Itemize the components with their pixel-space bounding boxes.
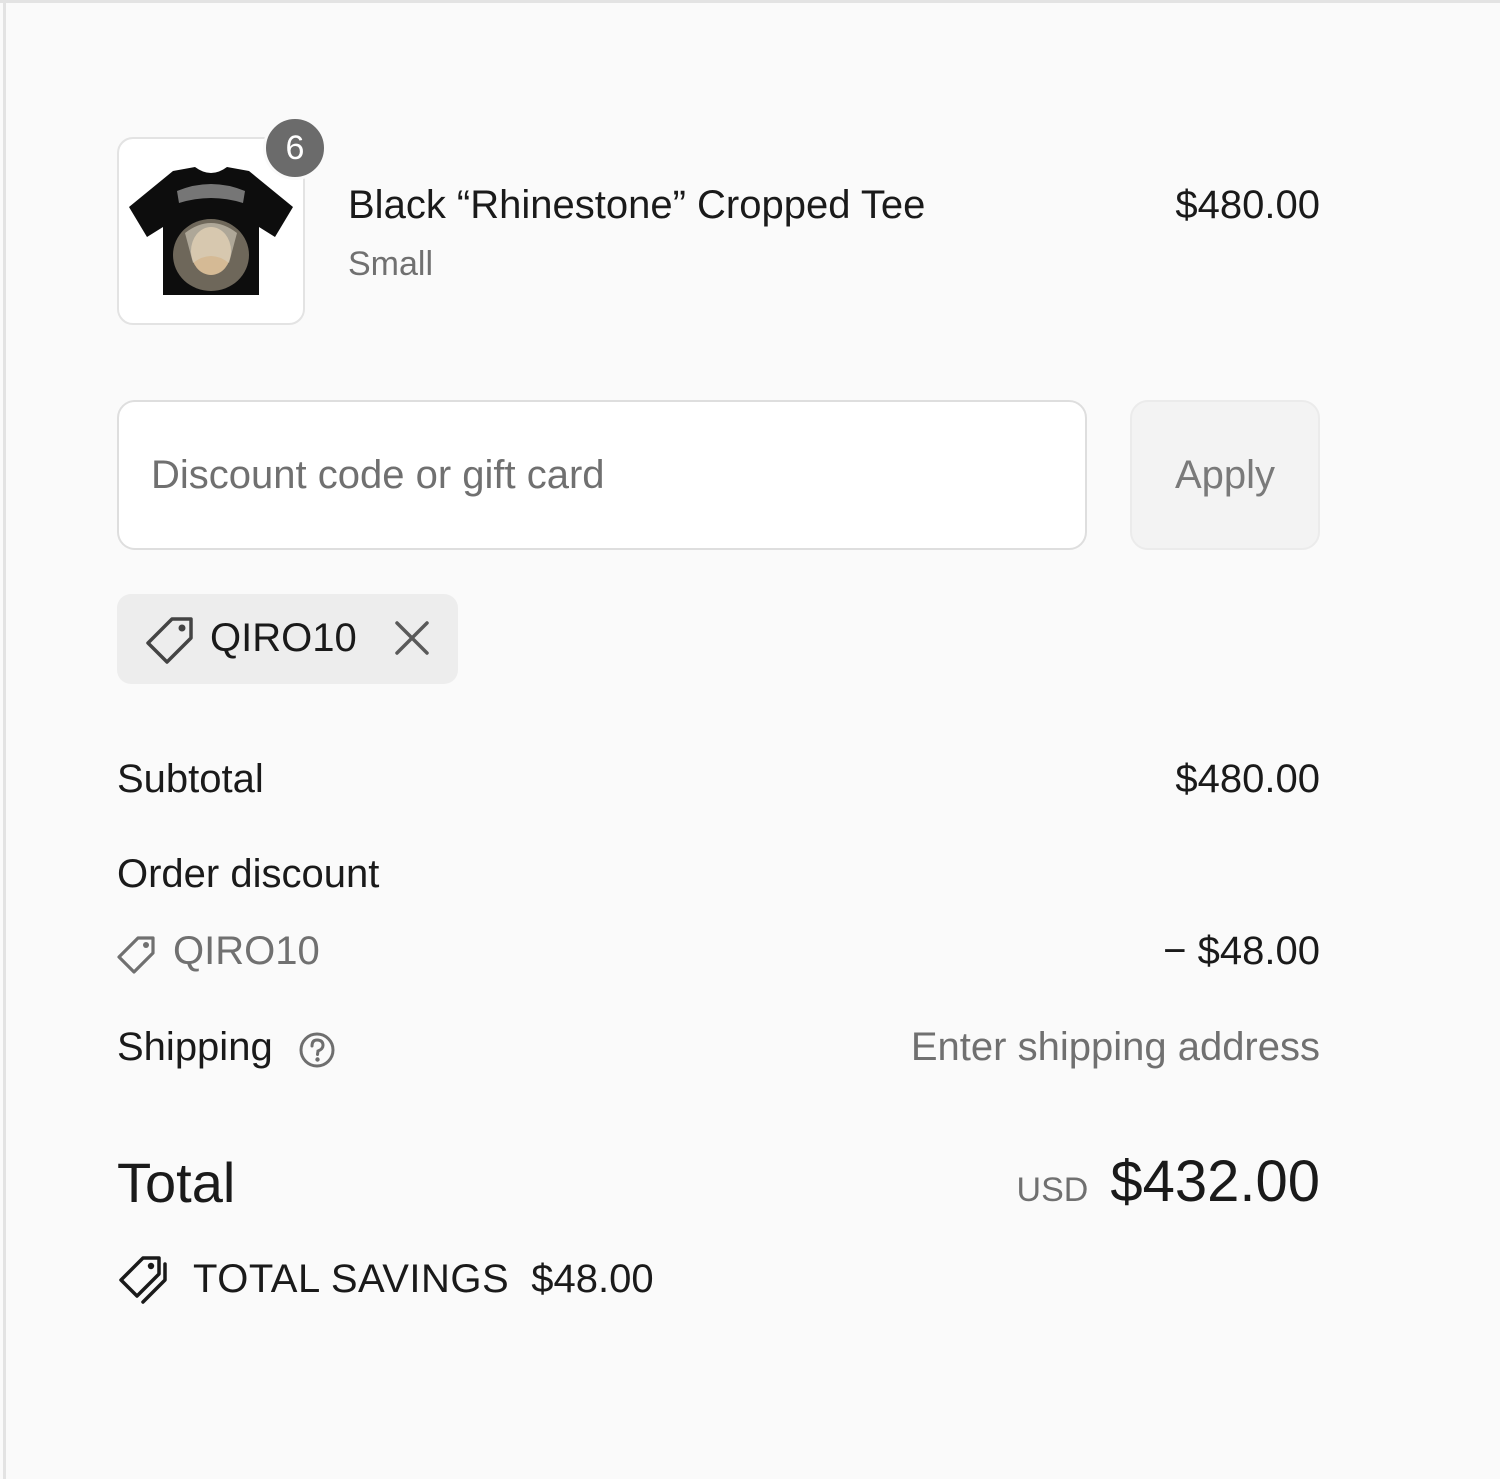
- quantity-badge: 6: [263, 116, 327, 180]
- tag-icon: [146, 617, 193, 664]
- discount-code-input[interactable]: [117, 400, 1087, 550]
- total-label: Total: [117, 1151, 236, 1214]
- applied-discount-chip: QIRO10: [117, 594, 458, 684]
- subtotal-label: Subtotal: [117, 757, 264, 801]
- total-currency: USD: [1016, 1171, 1089, 1209]
- total-savings: TOTAL SAVINGS $48.00: [117, 1254, 654, 1304]
- applied-discount-code: QIRO10: [210, 616, 357, 660]
- tshirt-image: [129, 167, 293, 295]
- order-discount-label: Order discount: [117, 852, 380, 896]
- product-price: $480.00: [1175, 183, 1320, 227]
- apply-discount-button[interactable]: Apply: [1130, 400, 1320, 550]
- total-savings-amount: $48.00: [531, 1256, 654, 1301]
- help-circle-icon[interactable]: [298, 1031, 336, 1069]
- total-value: USD $432.00: [1017, 1148, 1320, 1215]
- product-name: Black “Rhinestone” Cropped Tee: [348, 183, 926, 227]
- panel-left-border: [3, 0, 6, 1479]
- order-discount-code: QIRO10: [173, 929, 320, 973]
- window-top-border: [0, 0, 1500, 3]
- double-tag-icon: [119, 1256, 167, 1304]
- order-discount-value: − $48.00: [1163, 929, 1320, 973]
- shipping-value: Enter shipping address: [910, 1025, 1320, 1069]
- tag-icon: [117, 936, 155, 974]
- subtotal-value: $480.00: [1175, 757, 1320, 801]
- close-icon[interactable]: [393, 619, 431, 657]
- product-variant: Small: [348, 245, 434, 283]
- total-amount: $432.00: [1110, 1149, 1320, 1214]
- shipping-label: Shipping: [117, 1025, 273, 1069]
- total-savings-label: TOTAL SAVINGS: [193, 1256, 510, 1301]
